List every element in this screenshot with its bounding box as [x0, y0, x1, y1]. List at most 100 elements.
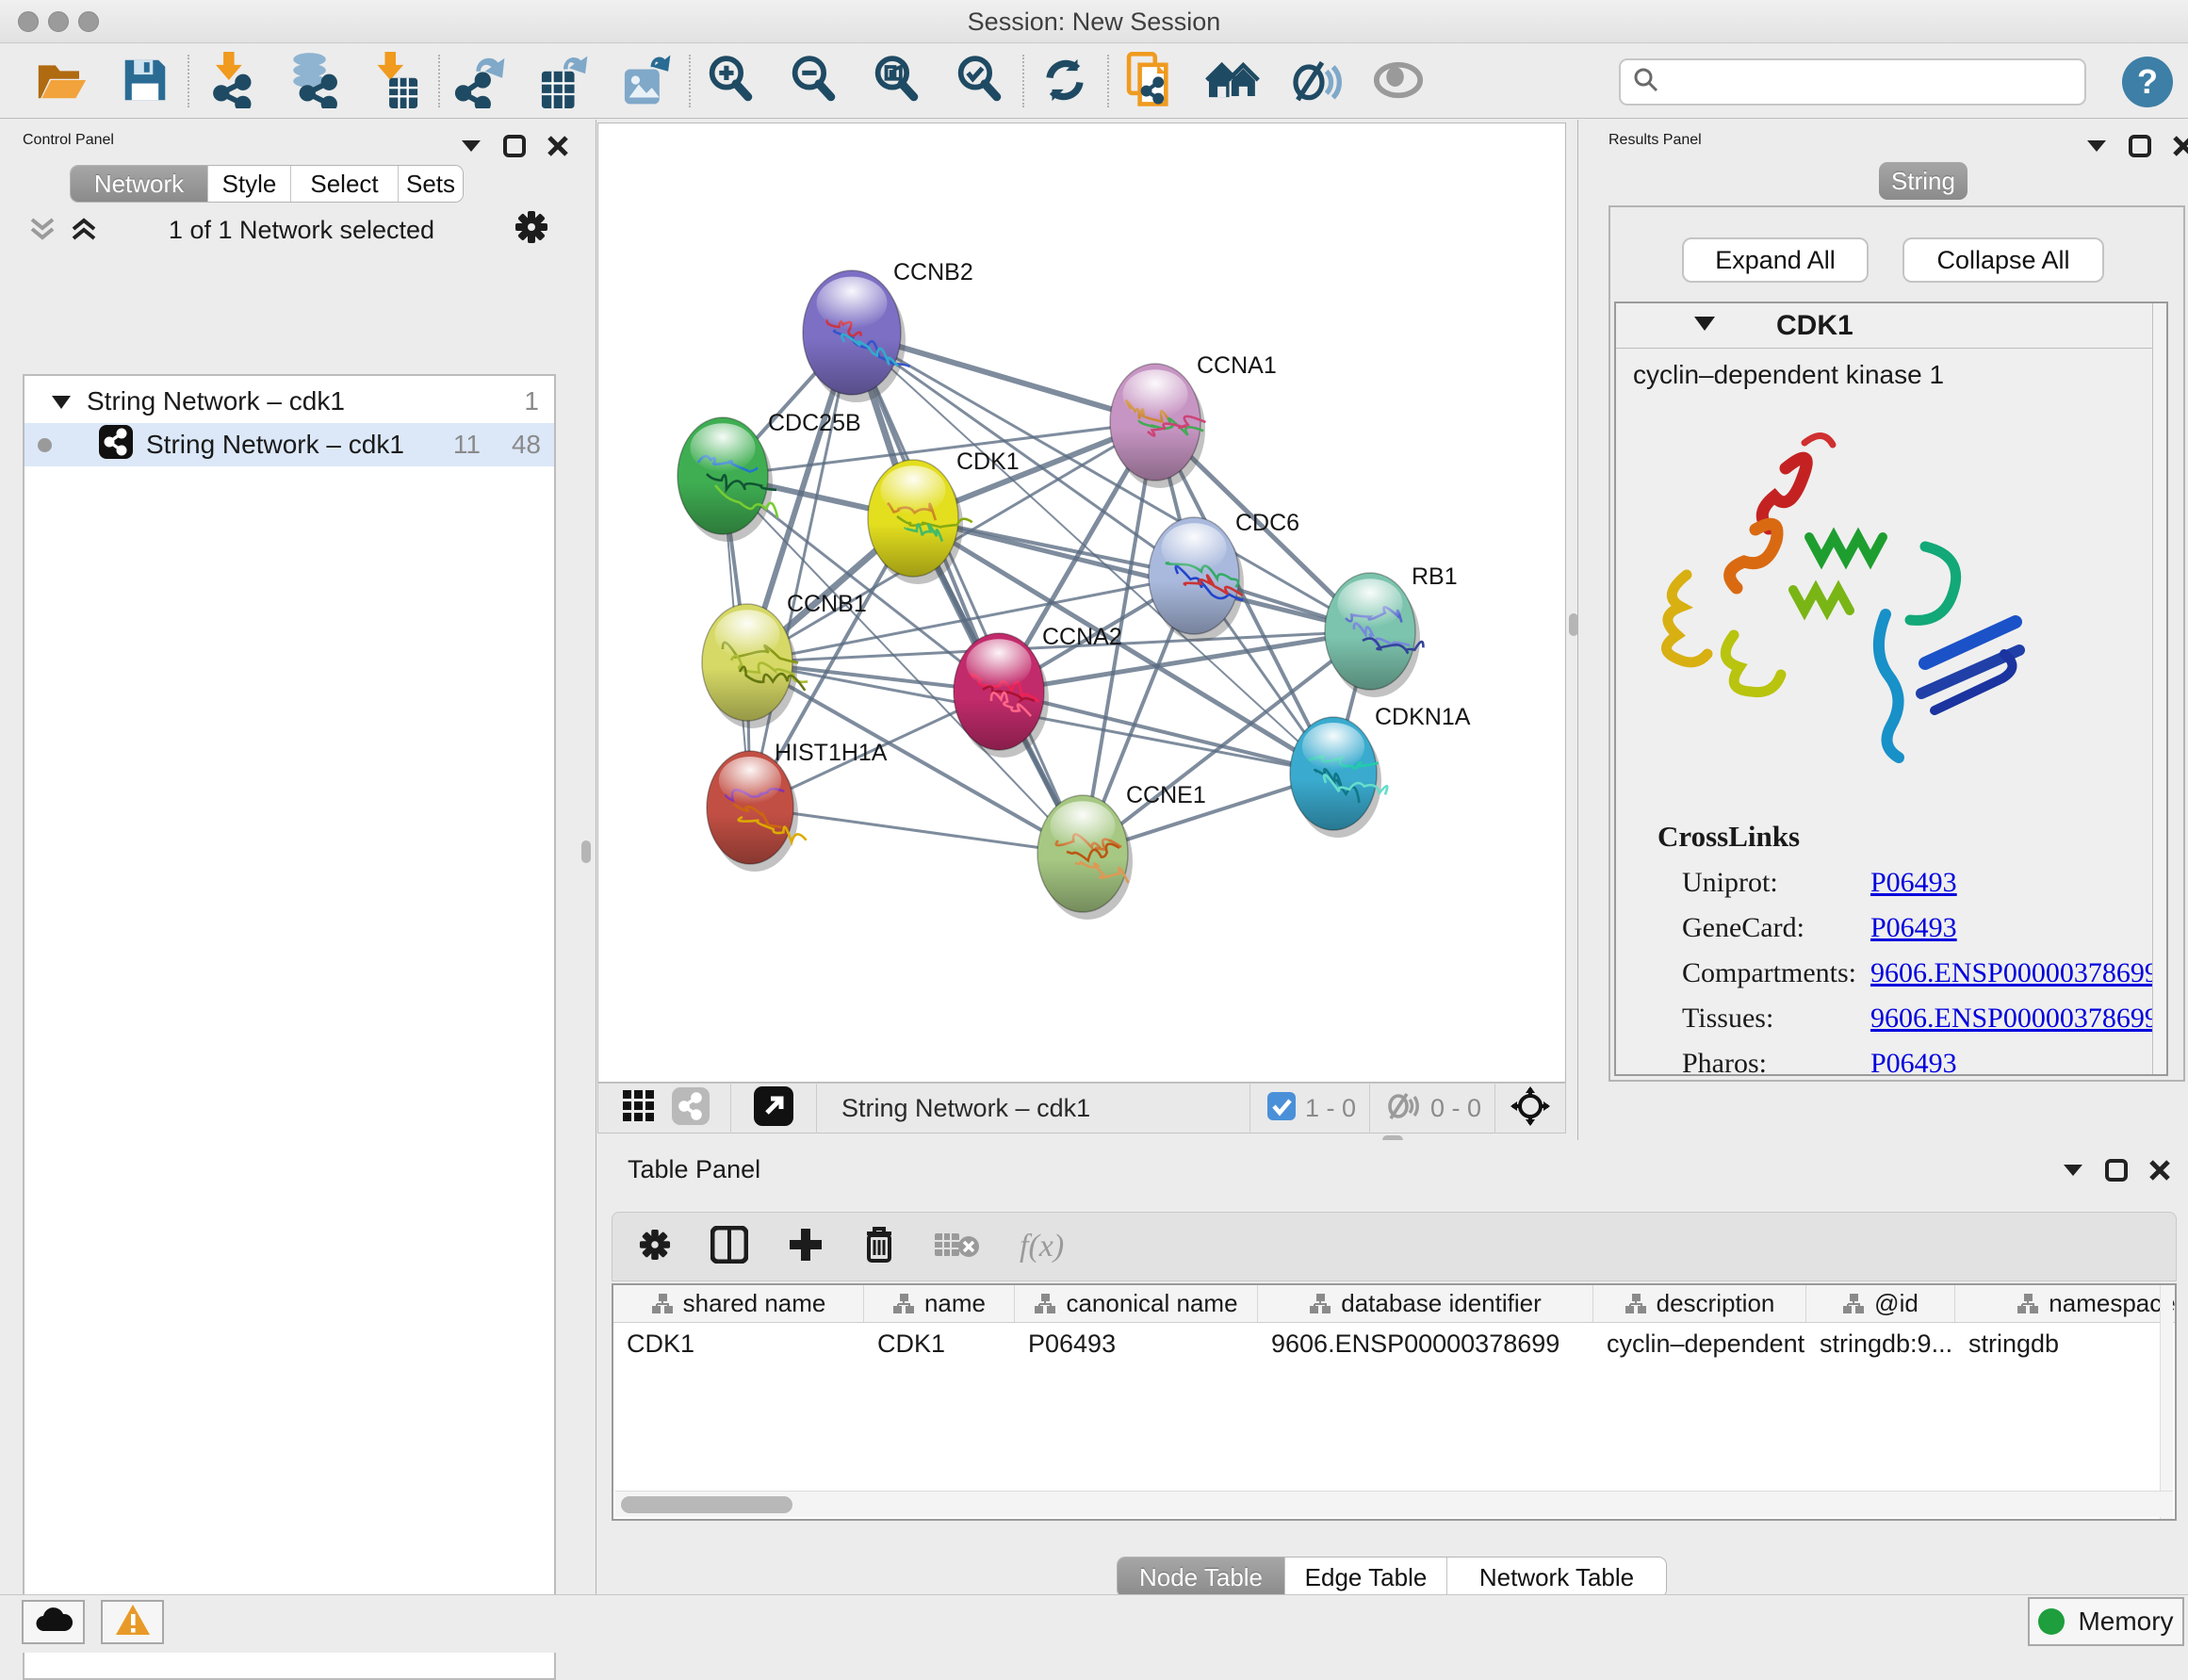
close-panel-icon[interactable]	[547, 135, 569, 162]
column-header-canonical-name[interactable]: canonical name	[1015, 1285, 1258, 1322]
import-network-button[interactable]	[200, 51, 260, 111]
table-cell[interactable]: cyclin–dependent ...	[1593, 1323, 1806, 1364]
search-input[interactable]	[1670, 68, 2084, 97]
maximize-panel-icon[interactable]	[503, 135, 526, 162]
gear-icon[interactable]	[514, 210, 548, 249]
zoom-in-button[interactable]	[701, 51, 761, 111]
function-builder-icon[interactable]: f(x)	[1020, 1229, 1064, 1264]
node-label: CCNA1	[1197, 352, 1277, 379]
tab-style[interactable]: Style	[208, 166, 291, 202]
table-row[interactable]: CDK1CDK1P064939606.ENSP00000378699cyclin…	[613, 1323, 2175, 1364]
results-tab-string[interactable]: String	[1879, 162, 1968, 200]
birdseye-grid-icon[interactable]	[623, 1090, 655, 1127]
toggle-graphics-button[interactable]	[1285, 51, 1346, 111]
table-cell[interactable]: CDK1	[864, 1323, 1015, 1364]
crosslink-link[interactable]: P06493	[1870, 912, 1957, 944]
network-node-cdkn1a[interactable]: CDKN1A	[1290, 704, 1471, 838]
apply-layout-button[interactable]	[1035, 51, 1095, 111]
string-share-icon[interactable]	[672, 1087, 710, 1130]
node-table[interactable]: shared namenamecanonical namedatabase id…	[612, 1283, 2177, 1521]
collapse-all-button[interactable]: Collapse All	[1902, 237, 2104, 283]
table-cell[interactable]: P06493	[1015, 1323, 1258, 1364]
show-hide-button[interactable]	[1368, 51, 1429, 111]
tab-edge-table[interactable]: Edge Table	[1285, 1558, 1447, 1597]
export-network-button[interactable]	[450, 51, 511, 111]
import-network-from-database-button[interactable]	[283, 51, 343, 111]
results-vertical-scrollbar[interactable]	[2152, 303, 2166, 1074]
expand-all-button[interactable]: Expand All	[1682, 237, 1869, 283]
left-splitter-handle[interactable]	[581, 840, 591, 863]
crosshair-icon[interactable]	[1510, 1086, 1550, 1131]
float-panel-icon[interactable]	[2085, 139, 2108, 158]
network-row-selected[interactable]: String Network – cdk1 11 48	[24, 423, 554, 466]
network-node-ccnb1[interactable]: CCNB1	[702, 591, 867, 728]
table-cell[interactable]: CDK1	[613, 1323, 864, 1364]
table-cell[interactable]: 9606.ENSP00000378699	[1258, 1323, 1593, 1364]
crosslink-link[interactable]: 9606.ENSP00000378699	[1870, 957, 2159, 989]
clear-table-icon[interactable]	[935, 1230, 980, 1264]
gene-header-row[interactable]: CDK1	[1616, 303, 2166, 349]
delete-column-icon[interactable]	[863, 1226, 895, 1268]
collapse-triangle-icon[interactable]	[1693, 316, 1716, 336]
network-node-ccne1[interactable]: CCNE1	[1037, 782, 1206, 920]
crosslink-row: Compartments: 9606.ENSP00000378699	[1657, 957, 2159, 989]
close-panel-icon[interactable]	[2172, 135, 2188, 162]
maximize-panel-icon[interactable]	[2129, 135, 2151, 162]
close-panel-icon[interactable]	[2148, 1159, 2171, 1186]
import-table-button[interactable]	[366, 51, 426, 111]
network-graph[interactable]: CCNB2CCNA1CDC25BCDK1CDC6RB1CCNB1CCNA2CDK…	[598, 123, 1565, 1082]
table-vertical-scrollbar[interactable]	[2160, 1285, 2173, 1519]
network-node-ccna2[interactable]: CCNA2	[954, 624, 1122, 758]
table-horizontal-scrollbar[interactable]	[615, 1491, 2173, 1517]
network-node-cdc6[interactable]: CDC6	[1149, 510, 1299, 642]
network-collection-row[interactable]: String Network – cdk1 1	[24, 380, 554, 423]
column-header-name[interactable]: name	[864, 1285, 1015, 1322]
tab-select[interactable]: Select	[291, 166, 399, 202]
zoom-selected-button[interactable]	[950, 51, 1010, 111]
select-columns-icon[interactable]	[710, 1226, 748, 1268]
save-session-button[interactable]	[115, 51, 175, 111]
network-node-hist1h1a[interactable]: HIST1H1A	[707, 740, 888, 872]
crosslink-link[interactable]: P06493	[1870, 1048, 1957, 1076]
table-cell[interactable]: stringdb	[1955, 1323, 2177, 1364]
warning-button[interactable]	[101, 1600, 164, 1644]
home-button[interactable]	[1202, 51, 1263, 111]
tab-network-table[interactable]: Network Table	[1447, 1558, 1666, 1597]
expand-all-icon[interactable]	[70, 214, 98, 249]
help-button[interactable]: ?	[2122, 57, 2173, 107]
open-external-icon[interactable]	[754, 1086, 793, 1131]
float-panel-icon[interactable]	[460, 139, 482, 158]
column-header-database-identifier[interactable]: database identifier	[1258, 1285, 1593, 1322]
export-table-button[interactable]	[533, 51, 594, 111]
float-panel-icon[interactable]	[2062, 1163, 2084, 1183]
clone-network-button[interactable]	[1119, 51, 1180, 111]
zoom-fit-button[interactable]	[867, 51, 927, 111]
crosslink-link[interactable]: P06493	[1870, 867, 1957, 899]
open-file-button[interactable]	[32, 51, 92, 111]
column-header--id[interactable]: @id	[1806, 1285, 1955, 1322]
export-image-button[interactable]	[616, 51, 677, 111]
node-label: RB1	[1412, 563, 1458, 590]
network-node-cdc25b[interactable]: CDC25B	[678, 410, 861, 542]
column-header-namespace[interactable]: namespace	[1955, 1285, 2177, 1322]
gear-icon[interactable]	[639, 1229, 671, 1265]
column-header-shared-name[interactable]: shared name	[613, 1285, 864, 1322]
network-node-ccnb2[interactable]: CCNB2	[803, 259, 973, 402]
crosslink-link[interactable]: 9606.ENSP00000378699	[1870, 1003, 2159, 1035]
column-header-description[interactable]: description	[1593, 1285, 1806, 1322]
memory-indicator[interactable]: Memory	[2028, 1597, 2184, 1646]
network-node-rb1[interactable]: RB1	[1325, 563, 1458, 697]
zoom-out-button[interactable]	[784, 51, 844, 111]
network-node-ccna1[interactable]: CCNA1	[1110, 352, 1277, 488]
cloud-button[interactable]	[22, 1600, 85, 1644]
maximize-panel-icon[interactable]	[2105, 1159, 2128, 1186]
expander-triangle-icon[interactable]	[51, 386, 72, 416]
table-cell[interactable]: stringdb:9...	[1806, 1323, 1955, 1364]
add-column-icon[interactable]	[788, 1227, 824, 1267]
collapse-all-icon[interactable]	[28, 214, 57, 249]
tab-sets[interactable]: Sets	[399, 166, 463, 202]
column-label: namespace	[2049, 1289, 2175, 1318]
tab-network[interactable]: Network	[71, 166, 208, 202]
tab-node-table[interactable]: Node Table	[1118, 1558, 1285, 1597]
scrollbar-thumb[interactable]	[621, 1496, 792, 1513]
